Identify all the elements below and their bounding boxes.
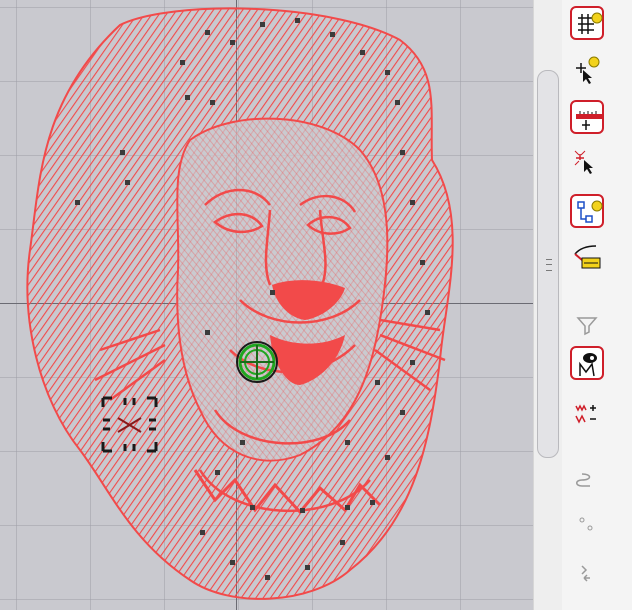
travel-path-icon (581, 565, 590, 582)
design-canvas[interactable] (0, 0, 533, 610)
grid-settings-icon (578, 12, 603, 34)
embroidery-editor (0, 0, 632, 610)
filter-button[interactable] (570, 306, 604, 340)
snap-point-icon (576, 56, 600, 84)
view-object-button[interactable] (570, 346, 604, 380)
select-stitch-button[interactable] (570, 146, 604, 180)
select-stitch-icon (574, 150, 593, 174)
scroll-grip-icon (546, 259, 552, 271)
scrollbar-thumb[interactable] (537, 70, 559, 458)
view-object-icon (579, 353, 597, 377)
curve-edit-icon (574, 245, 601, 269)
point-dots-button[interactable] (570, 506, 604, 540)
link-icon (576, 473, 591, 487)
needle-position-crosshair[interactable] (236, 341, 278, 383)
lion-design[interactable] (0, 0, 533, 610)
curve-edit-button[interactable] (570, 240, 604, 274)
point-dots-icon (579, 517, 593, 531)
snap-point-button[interactable] (570, 52, 604, 86)
travel-path-button[interactable] (570, 556, 604, 590)
link-button[interactable] (570, 464, 604, 498)
node-align-button[interactable] (570, 194, 604, 228)
measure-ruler-button[interactable] (570, 100, 604, 134)
density-adjust-icon (575, 404, 596, 424)
node-align-icon (577, 200, 603, 223)
side-toolbar (562, 0, 632, 610)
grid-settings-button[interactable] (570, 6, 604, 40)
density-adjust-button[interactable] (570, 396, 604, 430)
measure-ruler-icon (576, 111, 602, 130)
vertical-scrollbar[interactable] (533, 0, 562, 610)
filter-icon (576, 317, 598, 336)
